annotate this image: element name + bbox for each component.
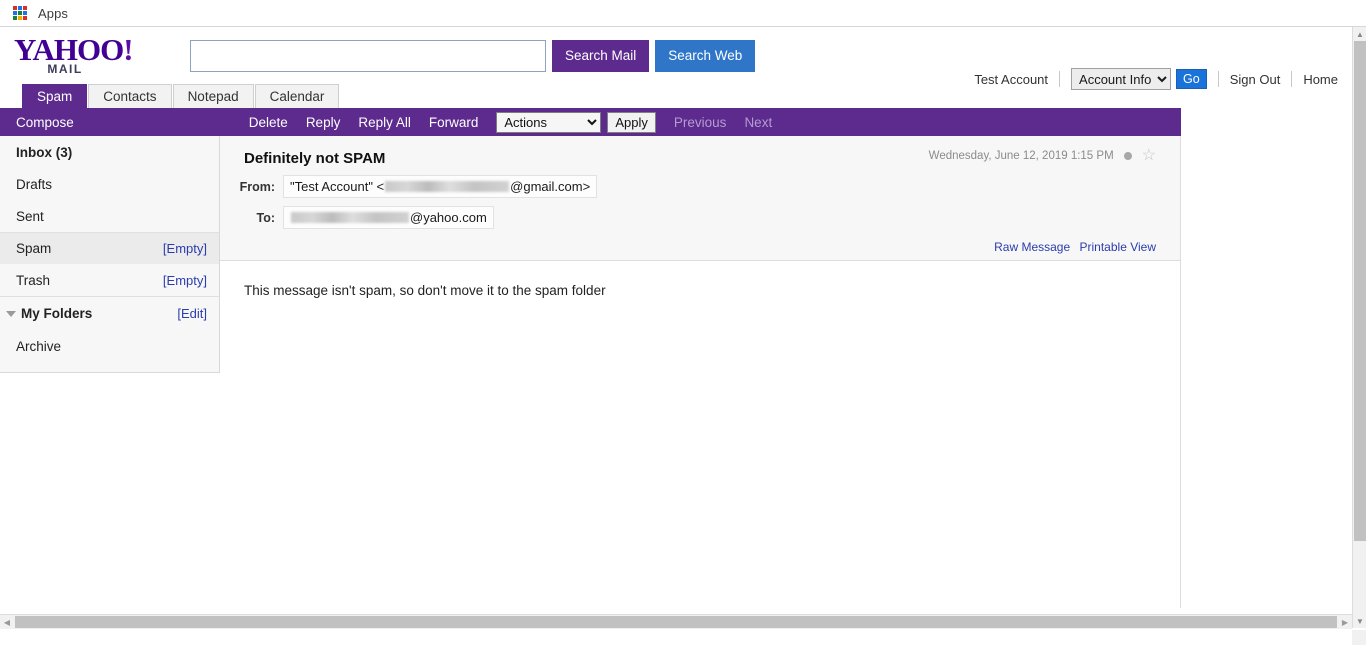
my-folders-label: My Folders bbox=[21, 306, 93, 321]
redacted-email-bar bbox=[291, 212, 409, 223]
sidebar-item-trash[interactable]: Trash [Empty] bbox=[0, 264, 219, 296]
from-prefix: "Test Account" < bbox=[290, 179, 385, 194]
tab-contacts[interactable]: Contacts bbox=[88, 84, 172, 108]
apps-bookmark-label[interactable]: Apps bbox=[38, 6, 68, 21]
apps-dot bbox=[23, 6, 27, 10]
to-value: @yahoo.com bbox=[283, 206, 494, 229]
empty-trash-link[interactable]: [Empty] bbox=[163, 273, 207, 288]
redacted-email-bar bbox=[385, 181, 510, 192]
scroll-left-arrow-icon[interactable]: ◀ bbox=[0, 615, 14, 629]
message-date: Wednesday, June 12, 2019 1:15 PM bbox=[928, 150, 1114, 162]
star-outline-icon[interactable]: ☆ bbox=[1142, 148, 1156, 164]
reply-button[interactable]: Reply bbox=[306, 115, 341, 130]
grid-apps-icon[interactable] bbox=[13, 6, 27, 20]
from-row: From: "Test Account" < @gmail.com> bbox=[220, 175, 1180, 198]
header-account-area: Test Account Account Info Go Sign Out Ho… bbox=[974, 68, 1338, 90]
apps-dot bbox=[13, 16, 17, 20]
apps-dot bbox=[18, 6, 22, 10]
edit-folders-link[interactable]: [Edit] bbox=[177, 306, 207, 321]
mail-header: YAHOO! MAIL Search Mail Search Web Test … bbox=[0, 27, 1352, 90]
sidebar-item-drafts[interactable]: Drafts bbox=[0, 168, 219, 200]
from-value: "Test Account" < @gmail.com> bbox=[283, 175, 598, 198]
apply-button[interactable]: Apply bbox=[607, 111, 656, 133]
tab-calendar[interactable]: Calendar bbox=[254, 84, 340, 108]
folder-label: Inbox (3) bbox=[16, 144, 73, 160]
scrollbar-corner bbox=[1352, 630, 1366, 645]
scroll-up-arrow-icon[interactable]: ▲ bbox=[1353, 27, 1366, 41]
message-view-links: Raw Message Printable View bbox=[988, 240, 1156, 254]
my-folders-left: My Folders bbox=[6, 306, 92, 321]
browser-bookmarks-bar: Apps bbox=[0, 0, 1366, 27]
raw-message-link[interactable]: Raw Message bbox=[994, 240, 1070, 254]
header-divider bbox=[1217, 71, 1219, 87]
tab-spam[interactable]: Spam bbox=[22, 84, 88, 108]
apps-dot bbox=[18, 11, 22, 15]
to-label: To: bbox=[256, 210, 275, 225]
content-split: Inbox (3) Drafts Sent Spam [Empty] Trash… bbox=[0, 136, 1352, 608]
scroll-down-arrow-icon[interactable]: ▼ bbox=[1353, 614, 1366, 628]
header-divider bbox=[1291, 71, 1293, 87]
search-web-button[interactable]: Search Web bbox=[655, 39, 756, 72]
scroll-right-arrow-icon[interactable]: ▶ bbox=[1338, 615, 1352, 629]
delete-button[interactable]: Delete bbox=[249, 115, 288, 130]
message-meta: Wednesday, June 12, 2019 1:15 PM ☆ bbox=[928, 148, 1156, 164]
read-status-dot-icon[interactable] bbox=[1123, 152, 1132, 160]
account-name-label: Test Account bbox=[974, 71, 1049, 87]
from-label: From: bbox=[239, 179, 275, 194]
folder-label: Trash bbox=[16, 272, 51, 288]
logo-wordmark: YAHOO! bbox=[14, 31, 134, 67]
message-pane: Definitely not SPAM Wednesday, June 12, … bbox=[220, 136, 1181, 608]
horizontal-scroll-thumb[interactable] bbox=[15, 616, 1337, 628]
sidebar-item-inbox[interactable]: Inbox (3) bbox=[0, 136, 219, 168]
message-body: This message isn't spam, so don't move i… bbox=[220, 261, 1181, 608]
account-info-select[interactable]: Account Info bbox=[1071, 68, 1172, 90]
header-divider bbox=[1059, 71, 1061, 87]
next-button[interactable]: Next bbox=[744, 115, 772, 130]
horizontal-scrollbar[interactable]: ◀ ▶ bbox=[0, 614, 1352, 629]
sign-out-link[interactable]: Sign Out bbox=[1230, 72, 1281, 87]
search-area: Search Mail Search Web bbox=[190, 39, 756, 72]
go-button[interactable]: Go bbox=[1176, 69, 1207, 89]
home-link[interactable]: Home bbox=[1303, 72, 1338, 87]
apps-dot bbox=[23, 16, 27, 20]
folder-sidebar: Inbox (3) Drafts Sent Spam [Empty] Trash… bbox=[0, 136, 220, 373]
folder-label: Spam bbox=[16, 241, 52, 256]
apps-dot bbox=[18, 16, 22, 20]
empty-spam-link[interactable]: [Empty] bbox=[163, 241, 207, 256]
sidebar-item-sent[interactable]: Sent bbox=[0, 200, 219, 232]
previous-button[interactable]: Previous bbox=[674, 115, 727, 130]
to-suffix: @yahoo.com bbox=[410, 210, 487, 225]
message-header: Definitely not SPAM Wednesday, June 12, … bbox=[220, 136, 1181, 261]
apps-dot bbox=[13, 6, 17, 10]
reply-all-button[interactable]: Reply All bbox=[358, 115, 411, 130]
folder-label: Drafts bbox=[16, 176, 53, 192]
vertical-scrollbar[interactable]: ▲ ▼ bbox=[1352, 27, 1366, 628]
apps-dot bbox=[23, 11, 27, 15]
apps-dot bbox=[13, 11, 17, 15]
vertical-scroll-thumb[interactable] bbox=[1354, 41, 1366, 541]
action-toolbar: Compose Delete Reply Reply All Forward A… bbox=[0, 108, 1181, 136]
printable-view-link[interactable]: Printable View bbox=[1080, 240, 1157, 254]
toolbar-actions-group: Delete Reply Reply All Forward Actions A… bbox=[249, 111, 790, 133]
search-input[interactable] bbox=[190, 39, 546, 72]
message-body-text: This message isn't spam, so don't move i… bbox=[244, 283, 606, 298]
yahoo-mail-logo[interactable]: YAHOO! MAIL bbox=[14, 31, 134, 76]
sidebar-item-archive[interactable]: Archive bbox=[0, 330, 219, 362]
search-mail-button[interactable]: Search Mail bbox=[552, 39, 650, 72]
sidebar-item-spam[interactable]: Spam [Empty] bbox=[0, 232, 219, 264]
from-suffix: @gmail.com> bbox=[510, 179, 591, 194]
tab-notepad[interactable]: Notepad bbox=[172, 84, 254, 108]
folder-label: Archive bbox=[16, 338, 62, 354]
to-row: To: @yahoo.com bbox=[220, 206, 1180, 229]
my-folders-header: My Folders [Edit] bbox=[0, 296, 219, 330]
actions-select[interactable]: Actions bbox=[496, 111, 602, 133]
folder-label: Sent bbox=[16, 208, 44, 224]
page-viewport: YAHOO! MAIL Search Mail Search Web Test … bbox=[0, 27, 1352, 629]
compose-button[interactable]: Compose bbox=[16, 115, 74, 130]
forward-button[interactable]: Forward bbox=[429, 115, 479, 130]
chevron-down-icon[interactable] bbox=[6, 310, 16, 317]
